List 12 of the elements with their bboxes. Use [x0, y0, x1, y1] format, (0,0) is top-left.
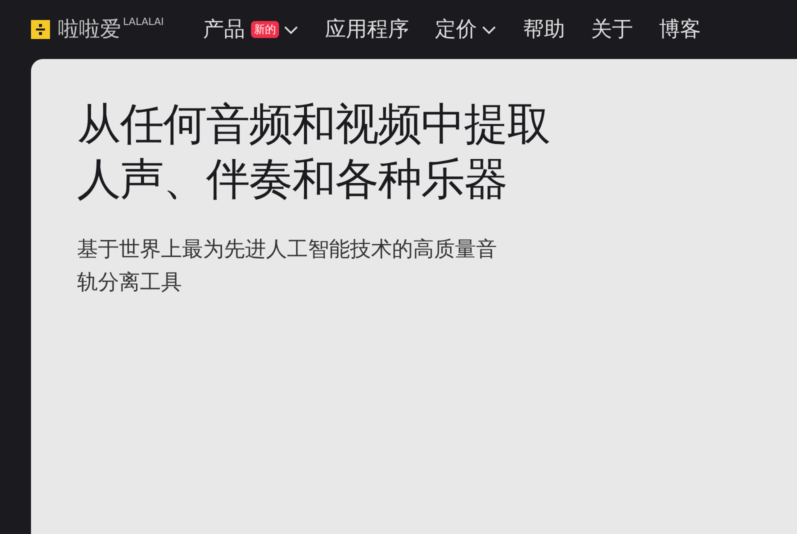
hero-subtitle: 基于世界上最为先进人工智能技术的高质量音轨分离工具: [77, 236, 498, 296]
hero-title: 从任何音频和视频中提取人声、伴奏和各种乐器: [77, 98, 551, 207]
nav-link[interactable]: 关于: [590, 14, 633, 46]
logo-tag: LALALAI: [123, 15, 164, 30]
nav-link[interactable]: 产品 新的: [202, 14, 299, 46]
nav-link[interactable]: 博客: [658, 14, 701, 46]
nav-link[interactable]: 帮助: [522, 14, 565, 46]
logo-name[interactable]: 啦啦爱: [58, 19, 121, 40]
nav-link[interactable]: 定价: [434, 14, 497, 46]
new-badge: 新的: [250, 21, 279, 38]
logo-icon: [31, 20, 50, 39]
nav-link[interactable]: 应用程序: [324, 14, 409, 46]
